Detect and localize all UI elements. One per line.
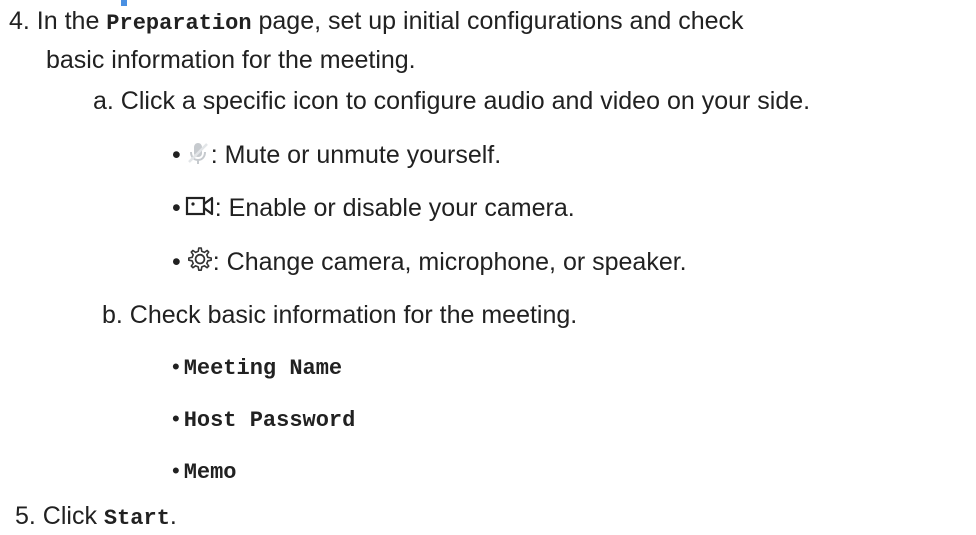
video-camera-icon xyxy=(185,195,215,226)
preparation-page-name: Preparation xyxy=(106,11,252,36)
info-item-meeting-name: • Meeting Name xyxy=(172,352,342,384)
bullet-dot: • xyxy=(172,406,180,431)
bullet-mute-text: : Mute or unmute yourself. xyxy=(210,141,502,169)
bullet-dot: • xyxy=(172,458,180,483)
bullet-dot: • xyxy=(172,354,180,379)
bullet-settings: • : Change camera, microphone, or speake… xyxy=(172,245,687,280)
step-5-line: 5. Click Start. xyxy=(15,501,177,534)
microphone-muted-icon xyxy=(185,140,211,173)
bullet-camera-text: : Enable or disable your camera. xyxy=(214,194,575,222)
gear-icon xyxy=(185,245,213,280)
bullet-settings-text: : Change camera, microphone, or speaker. xyxy=(212,248,687,276)
bullet-dot: • xyxy=(172,194,181,222)
step-5-prefix: 5. Click xyxy=(15,502,104,530)
step-4-continuation: basic information for the meeting. xyxy=(46,46,416,74)
info-item-host-password: • Host Password xyxy=(172,404,355,436)
step-4-prefix: 4. In the xyxy=(9,7,107,35)
bullet-camera: • : Enable or disable your camera. xyxy=(172,193,575,226)
memo-label: Memo xyxy=(183,460,237,485)
bullet-mute: • : Mute or unmute yourself. xyxy=(172,140,501,173)
step-4-suffix: page, set up initial configurations and … xyxy=(251,7,744,35)
bullet-dot: • xyxy=(172,248,181,276)
step-5-suffix: . xyxy=(169,502,177,530)
meeting-name-label: Meeting Name xyxy=(183,356,343,381)
step-4b-text: b. Check basic information for the meeti… xyxy=(102,301,578,329)
info-item-memo: • Memo xyxy=(172,456,237,488)
start-action-label: Start xyxy=(103,506,170,531)
step-4-line: 4. In the Preparation page, set up initi… xyxy=(9,6,744,39)
step-4a-text: a. Click a specific icon to configure au… xyxy=(93,87,811,115)
host-password-label: Host Password xyxy=(183,408,356,433)
bullet-dot: • xyxy=(172,141,181,169)
